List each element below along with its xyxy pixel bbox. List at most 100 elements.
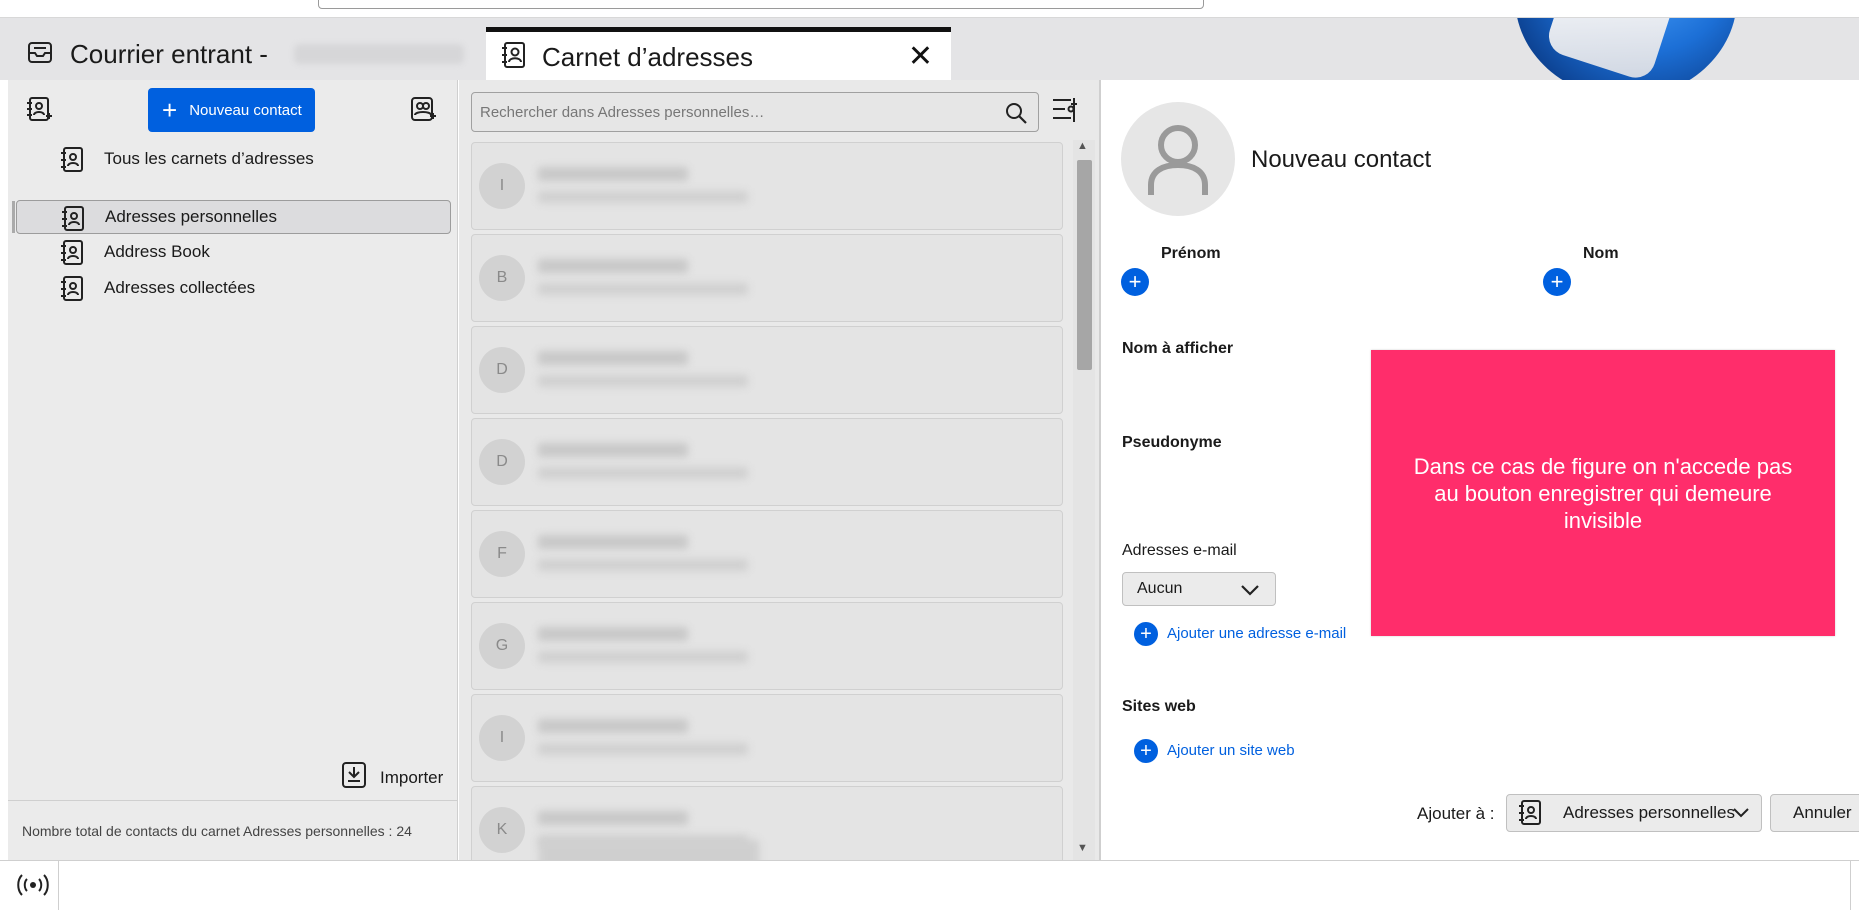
contact-avatar: F xyxy=(479,531,525,577)
contact-list-pane: I B D D F G I xyxy=(459,80,1099,874)
address-book-icon xyxy=(59,275,85,308)
tab-address-book-label: Carnet d’adresses xyxy=(542,42,753,72)
blurred-contact-name xyxy=(538,351,688,365)
contact-avatar: I xyxy=(479,163,525,209)
inbox-icon xyxy=(26,38,54,71)
add-website-link[interactable]: Ajouter un site web xyxy=(1167,742,1295,759)
blurred-contact-name xyxy=(538,811,688,825)
blurred-contact-email xyxy=(538,467,748,479)
search-input[interactable] xyxy=(480,103,980,121)
contact-avatar: I xyxy=(479,715,525,761)
contact-list-item[interactable]: F xyxy=(471,510,1063,598)
chevron-down-icon xyxy=(1731,803,1751,828)
sidebar-item-collected-addresses[interactable]: Adresses collectées xyxy=(16,271,451,305)
status-bar xyxy=(0,860,1859,910)
annotation-note: Dans ce cas de figure on n'accede pas au… xyxy=(1371,350,1835,636)
cancel-button[interactable]: Annuler xyxy=(1770,794,1859,832)
contact-list-item[interactable]: I xyxy=(471,142,1063,230)
address-book-add-icon[interactable] xyxy=(24,94,54,124)
scroll-down-icon[interactable]: ▼ xyxy=(1077,842,1088,854)
search-icon[interactable] xyxy=(1004,101,1028,130)
blurred-contact-email xyxy=(538,559,748,571)
import-button[interactable]: Importer xyxy=(340,760,443,795)
contact-avatar: B xyxy=(479,255,525,301)
address-book-icon xyxy=(60,205,86,238)
top-search-field[interactable] xyxy=(318,0,1204,9)
blurred-contact-email xyxy=(538,375,748,387)
emails-label: Adresses e-mail xyxy=(1122,542,1237,559)
contact-list-item[interactable]: D xyxy=(471,326,1063,414)
contact-list-item[interactable]: B xyxy=(471,234,1063,322)
new-contact-label: Nouveau contact xyxy=(189,101,302,119)
add-email-link[interactable]: Ajouter une adresse e-mail xyxy=(1167,625,1346,642)
tab-address-book[interactable]: Carnet d’adresses ✕ xyxy=(486,27,951,83)
address-book-icon xyxy=(1517,799,1543,832)
display-name-label: Nom à afficher xyxy=(1122,340,1234,357)
blurred-contact-email xyxy=(538,743,748,755)
blurred-contact-name xyxy=(538,535,688,549)
sidebar-item-all-address-books[interactable]: Tous les carnets d’adresses xyxy=(16,142,451,176)
email-type-value: Aucun xyxy=(1137,580,1183,597)
last-name-label: Nom xyxy=(1583,245,1619,262)
contact-avatar: G xyxy=(479,623,525,669)
add-to-label: Ajouter à : xyxy=(1417,804,1495,823)
tab-inbox-label: Courrier entrant - xyxy=(70,38,268,69)
contact-count-text: Nombre total de contacts du carnet Adres… xyxy=(22,822,412,839)
plus-icon: + xyxy=(162,95,178,125)
sidebar-item-label: Adresses collectées xyxy=(104,278,256,297)
contact-list-item[interactable]: I xyxy=(471,694,1063,782)
first-name-label: Prénom xyxy=(1161,245,1221,262)
add-website-plus-icon[interactable]: + xyxy=(1134,739,1158,763)
contact-list-add-icon[interactable] xyxy=(408,94,438,124)
contact-avatar: D xyxy=(479,347,525,393)
scroll-up-icon[interactable]: ▲ xyxy=(1077,140,1088,152)
person-icon xyxy=(1148,125,1208,195)
contact-list-item[interactable]: D xyxy=(471,418,1063,506)
import-label: Importer xyxy=(380,767,444,787)
blurred-contact-name xyxy=(538,719,688,733)
blurred-contact-email xyxy=(538,283,748,295)
top-strip xyxy=(0,0,1859,18)
add-email-plus-icon[interactable]: + xyxy=(1134,622,1158,646)
list-options-icon[interactable] xyxy=(1051,96,1077,129)
add-first-name-button[interactable]: + xyxy=(1121,268,1149,296)
contact-count-status: Nombre total de contacts du carnet Adres… xyxy=(8,800,458,860)
contact-photo[interactable] xyxy=(1121,102,1235,216)
add-to-select[interactable]: Adresses personnelles xyxy=(1506,794,1762,832)
thunderbird-window: Courrier entrant - Carnet d’adresses ✕ +… xyxy=(0,0,1859,910)
cancel-label: Annuler xyxy=(1793,803,1852,822)
sidebar-item-label: Address Book xyxy=(104,242,210,261)
scrollbar-thumb[interactable] xyxy=(1077,160,1092,370)
status-divider xyxy=(58,861,59,910)
annotation-text: Dans ce cas de figure on n'accede pas au… xyxy=(1413,453,1793,533)
close-icon[interactable]: ✕ xyxy=(908,42,933,72)
address-book-icon xyxy=(500,40,528,75)
blurred-contact-name xyxy=(538,627,688,641)
chevron-down-icon xyxy=(1239,579,1261,606)
contact-editor-pane: Nouveau contact Prénom + Nom + Nom à aff… xyxy=(1099,80,1859,860)
sidebar-item-label: Tous les carnets d’adresses xyxy=(104,149,314,168)
search-field[interactable] xyxy=(471,92,1039,132)
sidebar-item-label: Adresses personnelles xyxy=(105,207,277,226)
blurred-contact-name xyxy=(538,259,688,273)
blurred-contact-name xyxy=(538,167,688,181)
address-books-pane: + Nouveau contact Tous les carnets d’adr… xyxy=(8,80,458,860)
blurred-contact-name xyxy=(538,443,688,457)
contact-display-name: Nouveau contact xyxy=(1251,146,1432,173)
online-status-icon[interactable] xyxy=(16,873,50,902)
contact-avatar: D xyxy=(479,439,525,485)
tab-bar: Courrier entrant - Carnet d’adresses ✕ xyxy=(0,18,1859,98)
tab-inbox[interactable]: Courrier entrant - xyxy=(26,38,464,70)
sidebar-item-address-book[interactable]: Address Book xyxy=(16,235,451,269)
address-book-icon xyxy=(59,239,85,272)
import-icon xyxy=(340,760,368,795)
add-last-name-button[interactable]: + xyxy=(1543,268,1571,296)
contact-avatar: K xyxy=(479,807,525,853)
add-to-value: Adresses personnelles xyxy=(1563,803,1735,822)
blurred-contact-email xyxy=(538,651,748,663)
sidebar-item-personal-addresses[interactable]: Adresses personnelles xyxy=(12,200,451,234)
contact-list-item[interactable]: G xyxy=(471,602,1063,690)
new-contact-button[interactable]: + Nouveau contact xyxy=(148,88,315,132)
email-type-select[interactable]: Aucun xyxy=(1122,572,1276,606)
nickname-label: Pseudonyme xyxy=(1122,434,1222,451)
